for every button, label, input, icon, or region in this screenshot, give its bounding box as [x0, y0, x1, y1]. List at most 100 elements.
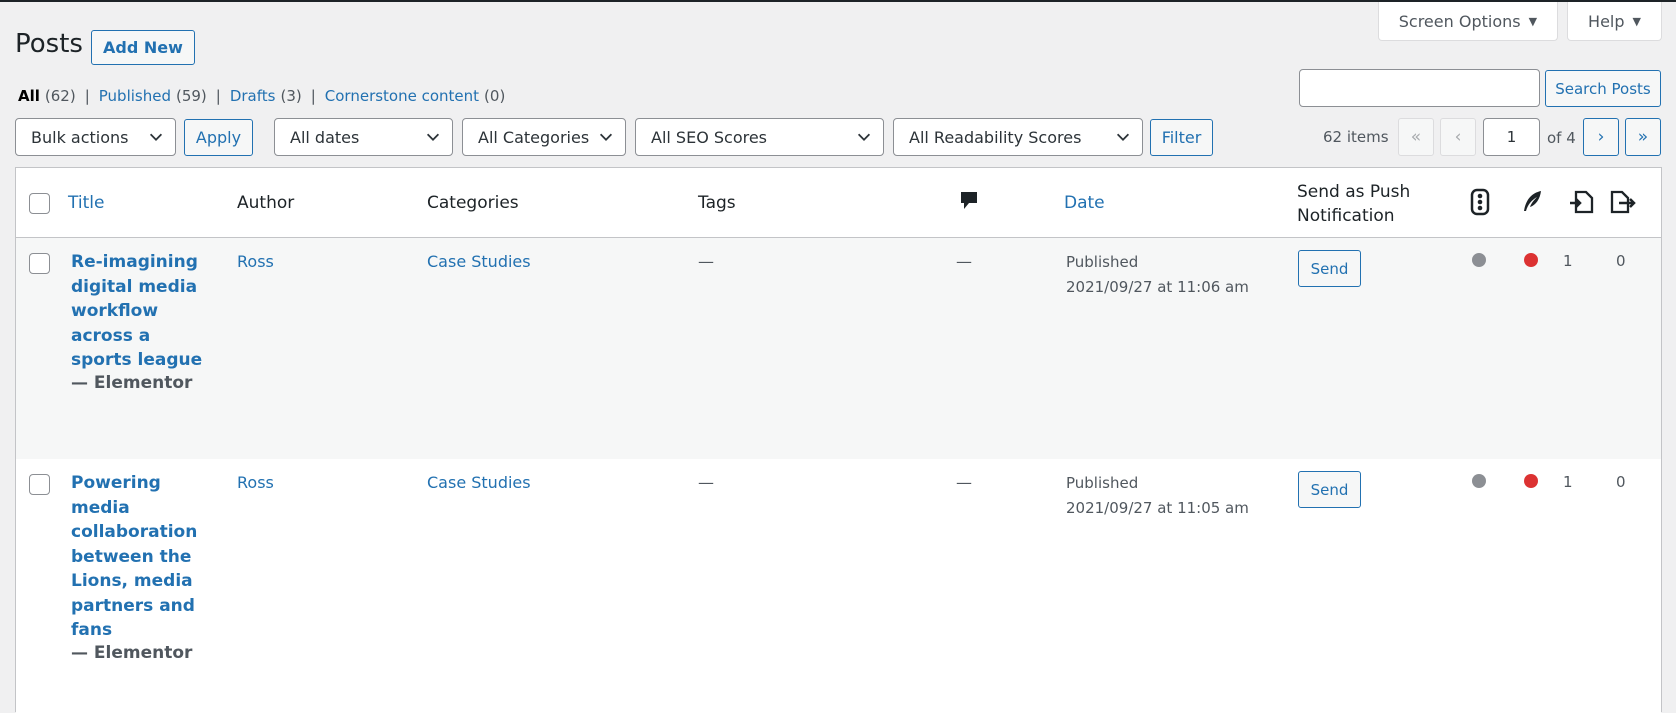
chevron-down-icon [426, 133, 440, 141]
select-all-checkbox[interactable] [29, 193, 50, 214]
prev-page-button[interactable]: ‹ [1440, 118, 1476, 156]
view-cornerstone[interactable]: Cornerstone content (0) [325, 87, 506, 105]
post-author-link[interactable]: Ross [237, 252, 274, 271]
view-all-label: All [18, 87, 40, 105]
view-cornerstone-label: Cornerstone content [324, 87, 480, 105]
row-checkbox[interactable] [29, 253, 50, 274]
column-tags: Tags [698, 193, 736, 213]
post-title-link[interactable]: Powering media collaboration between the… [71, 471, 216, 643]
post-comments: — [956, 252, 972, 271]
post-title-cell: Powering media collaboration between the… [71, 471, 216, 663]
table-row: Re-imagining digital media workflow acro… [16, 238, 1661, 459]
chevron-down-icon [857, 133, 871, 141]
incoming-links-count: 1 [1563, 473, 1573, 491]
post-category-link[interactable]: Case Studies [427, 473, 531, 492]
view-all[interactable]: All (62) [18, 87, 76, 105]
send-push-button[interactable]: Send [1298, 471, 1361, 508]
page-title: Posts [15, 29, 83, 59]
view-published-count: (59) [175, 87, 207, 105]
seo-score-filter-value: All SEO Scores [651, 127, 768, 147]
caret-down-icon: ▼ [1632, 14, 1641, 28]
table-header: Title Author Categories Tags Date Send a… [16, 168, 1661, 238]
post-title-link[interactable]: Re-imagining digital media workflow acro… [71, 250, 216, 373]
post-date-cell: Published 2021/09/27 at 11:06 am [1066, 250, 1249, 300]
post-status-filter: All (62) | Published (59) | Drafts (3) |… [18, 87, 505, 105]
post-status: Published [1066, 474, 1139, 492]
caret-down-icon: ▼ [1528, 14, 1538, 28]
post-tags: — [698, 252, 714, 271]
post-date: 2021/09/27 at 11:06 am [1066, 278, 1249, 296]
items-count: 62 items [1323, 128, 1389, 146]
separator: | [84, 87, 90, 105]
apply-button[interactable]: Apply [184, 119, 253, 156]
post-tags: — [698, 473, 714, 492]
post-author-link[interactable]: Ross [237, 473, 274, 492]
help-button[interactable]: Help ▼ [1567, 2, 1662, 41]
incoming-links-icon[interactable] [1569, 189, 1595, 215]
readability-filter-select[interactable]: All Readability Scores [893, 118, 1143, 156]
outgoing-links-count: 0 [1616, 252, 1626, 270]
bulk-actions-select[interactable]: Bulk actions [15, 118, 176, 156]
first-page-button[interactable]: « [1398, 118, 1434, 156]
last-page-button[interactable]: » [1625, 118, 1661, 156]
readability-filter-value: All Readability Scores [909, 127, 1082, 147]
screen-meta-links: Screen Options ▼ Help ▼ [1377, 2, 1662, 41]
seo-score-dot [1472, 253, 1486, 267]
view-cornerstone-count: (0) [484, 87, 506, 105]
post-comments: — [956, 473, 972, 492]
chevron-down-icon [149, 133, 163, 141]
feather-icon[interactable] [1520, 189, 1544, 215]
next-page-button[interactable]: › [1583, 118, 1619, 156]
seo-score-dot [1472, 474, 1486, 488]
search-input[interactable] [1299, 69, 1540, 107]
seo-score-filter-select[interactable]: All SEO Scores [635, 118, 884, 156]
screen-options-button[interactable]: Screen Options ▼ [1377, 2, 1559, 41]
view-published-label: Published [98, 87, 171, 105]
category-filter-value: All Categories [478, 127, 590, 147]
column-push-notification: Send as Push Notification [1297, 180, 1410, 228]
view-all-count: (62) [44, 87, 76, 105]
post-category-link[interactable]: Case Studies [427, 252, 531, 271]
date-filter-select[interactable]: All dates [274, 118, 453, 156]
post-state: — Elementor [71, 642, 193, 663]
total-pages: of 4 [1547, 129, 1576, 147]
filter-button[interactable]: Filter [1150, 119, 1213, 156]
column-title[interactable]: Title [68, 193, 104, 213]
view-drafts-label: Drafts [229, 87, 276, 105]
chevron-down-icon [599, 133, 613, 141]
post-date: 2021/09/27 at 11:05 am [1066, 499, 1249, 517]
comment-bubble-icon[interactable] [959, 190, 979, 212]
post-status: Published [1066, 253, 1139, 271]
add-new-button[interactable]: Add New [91, 30, 195, 65]
traffic-light-icon[interactable] [1470, 188, 1490, 216]
bulk-actions-value: Bulk actions [31, 127, 129, 147]
view-drafts[interactable]: Drafts (3) [230, 87, 302, 105]
chevron-down-icon [1116, 133, 1130, 141]
view-drafts-count: (3) [280, 87, 302, 105]
outgoing-links-count: 0 [1616, 473, 1626, 491]
post-title-cell: Re-imagining digital media workflow acro… [71, 250, 216, 393]
column-categories: Categories [427, 193, 519, 213]
post-state: — Elementor [71, 372, 193, 393]
category-filter-select[interactable]: All Categories [462, 118, 626, 156]
outgoing-links-icon[interactable] [1609, 189, 1637, 215]
send-push-button[interactable]: Send [1298, 250, 1361, 287]
post-date-cell: Published 2021/09/27 at 11:05 am [1066, 471, 1249, 521]
search-posts-button[interactable]: Search Posts [1545, 70, 1661, 107]
table-row: Powering media collaboration between the… [16, 459, 1661, 713]
incoming-links-count: 1 [1563, 252, 1573, 270]
column-author: Author [237, 193, 295, 213]
posts-table: Title Author Categories Tags Date Send a… [15, 167, 1662, 713]
separator: | [215, 87, 221, 105]
separator: | [310, 87, 316, 105]
screen-options-label: Screen Options [1398, 11, 1521, 31]
date-filter-value: All dates [290, 127, 360, 147]
column-date[interactable]: Date [1064, 193, 1105, 213]
help-label: Help [1588, 11, 1625, 31]
row-checkbox[interactable] [29, 474, 50, 495]
current-page-input[interactable]: 1 [1483, 118, 1540, 156]
push-header-line1: Send as Push [1297, 182, 1411, 202]
readability-score-dot [1524, 253, 1538, 267]
view-published[interactable]: Published (59) [99, 87, 207, 105]
push-header-line2: Notification [1297, 206, 1395, 226]
